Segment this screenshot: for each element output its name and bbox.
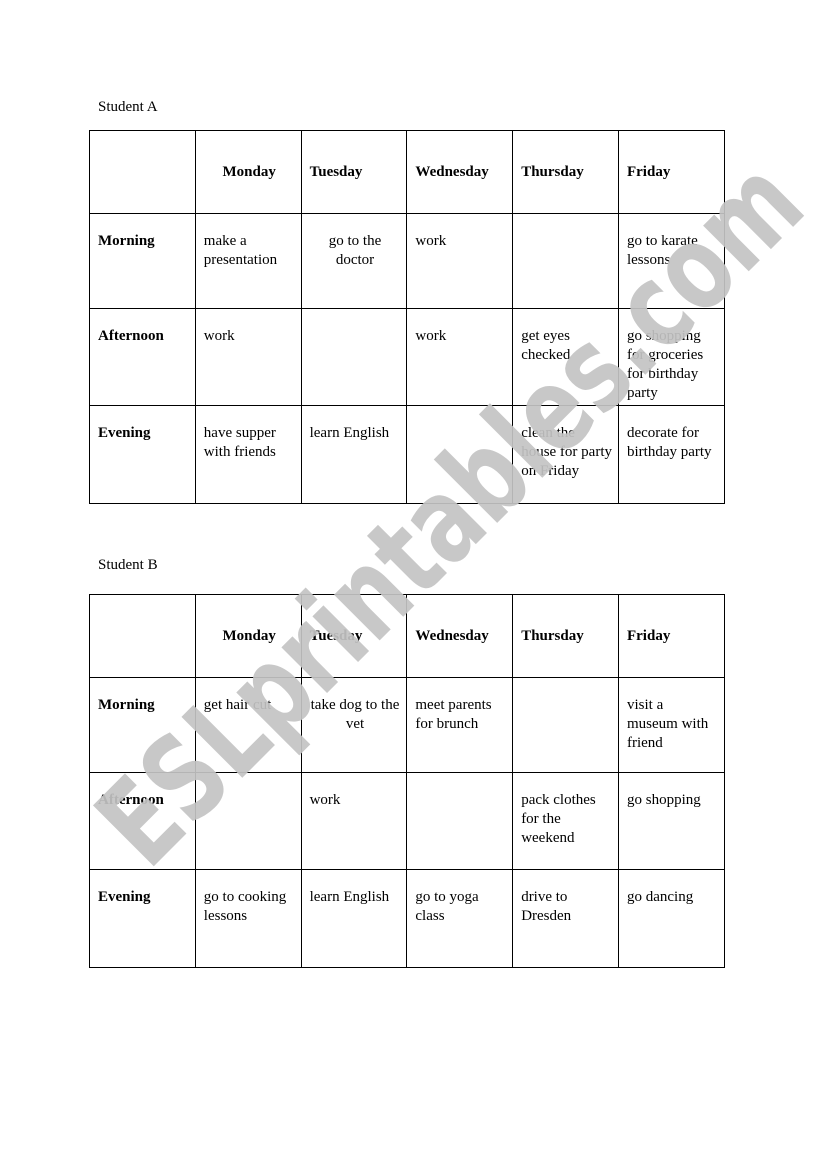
schedule-cell: [406, 772, 514, 870]
period-header-morning: Morning: [89, 213, 196, 309]
day-header-tuesday: Tuesday: [300, 130, 408, 214]
schedule-cell: [512, 677, 619, 773]
corner-cell: [89, 594, 196, 678]
schedule-cell: [194, 772, 302, 870]
schedule-cell: visit a museum with friend: [617, 677, 725, 773]
table-row-morning: Morning make a presentation go to the do…: [89, 213, 725, 309]
day-header-friday: Friday: [617, 130, 725, 214]
period-header-evening: Evening: [89, 405, 196, 504]
period-header-afternoon: Afternoon: [89, 772, 196, 870]
corner-cell: [89, 130, 196, 214]
schedule-cell: take dog to the vet: [300, 677, 408, 773]
student-b-schedule-table: Monday Tuesday Wednesday Thursday Friday…: [89, 594, 725, 968]
period-header-morning: Morning: [89, 677, 196, 773]
schedule-cell: clean the house for party on Friday: [512, 405, 619, 504]
schedule-cell: drive to Dresden: [512, 869, 619, 968]
day-header-monday: Monday: [194, 594, 302, 678]
student-b-label: Student B: [98, 557, 158, 573]
day-header-monday: Monday: [194, 130, 302, 214]
schedule-cell: go shopping: [617, 772, 725, 870]
schedule-cell: learn English: [300, 869, 408, 968]
schedule-cell: decorate for birthday party: [617, 405, 725, 504]
schedule-cell: go to the doctor: [300, 213, 408, 309]
table-header-row: Monday Tuesday Wednesday Thursday Friday: [89, 130, 725, 214]
student-a-label: Student A: [98, 99, 158, 115]
schedule-cell: go shopping for groceries for birthday p…: [617, 308, 725, 406]
schedule-cell: [512, 213, 619, 309]
table-row-evening: Evening go to cooking lessons learn Engl…: [89, 869, 725, 968]
table-header-row: Monday Tuesday Wednesday Thursday Friday: [89, 594, 725, 678]
schedule-cell: work: [194, 308, 302, 406]
schedule-cell: get hair cut: [194, 677, 302, 773]
table-row-afternoon: Afternoon work pack clothes for the week…: [89, 772, 725, 870]
schedule-cell: work: [300, 772, 408, 870]
schedule-cell: work: [406, 308, 514, 406]
day-header-friday: Friday: [617, 594, 725, 678]
day-header-tuesday: Tuesday: [300, 594, 408, 678]
schedule-cell: [300, 308, 408, 406]
schedule-cell: go to cooking lessons: [194, 869, 302, 968]
schedule-cell: go to karate lessons: [617, 213, 725, 309]
schedule-cell: go to yoga class: [406, 869, 514, 968]
schedule-cell: learn English: [300, 405, 408, 504]
day-header-thursday: Thursday: [512, 130, 619, 214]
schedule-cell: have supper with friends: [194, 405, 302, 504]
period-header-evening: Evening: [89, 869, 196, 968]
day-header-wednesday: Wednesday: [406, 594, 514, 678]
period-header-afternoon: Afternoon: [89, 308, 196, 406]
table-row-evening: Evening have supper with friends learn E…: [89, 405, 725, 504]
schedule-cell: get eyes checked: [512, 308, 619, 406]
table-row-morning: Morning get hair cut take dog to the vet…: [89, 677, 725, 773]
day-header-thursday: Thursday: [512, 594, 619, 678]
schedule-cell: meet parents for brunch: [406, 677, 514, 773]
student-a-schedule-table: Monday Tuesday Wednesday Thursday Friday…: [89, 130, 725, 504]
schedule-cell: pack clothes for the weekend: [512, 772, 619, 870]
schedule-cell: [406, 405, 514, 504]
schedule-cell: go dancing: [617, 869, 725, 968]
day-header-wednesday: Wednesday: [406, 130, 514, 214]
schedule-cell: work: [406, 213, 514, 309]
table-row-afternoon: Afternoon work work get eyes checked go …: [89, 308, 725, 406]
schedule-cell: make a presentation: [194, 213, 302, 309]
